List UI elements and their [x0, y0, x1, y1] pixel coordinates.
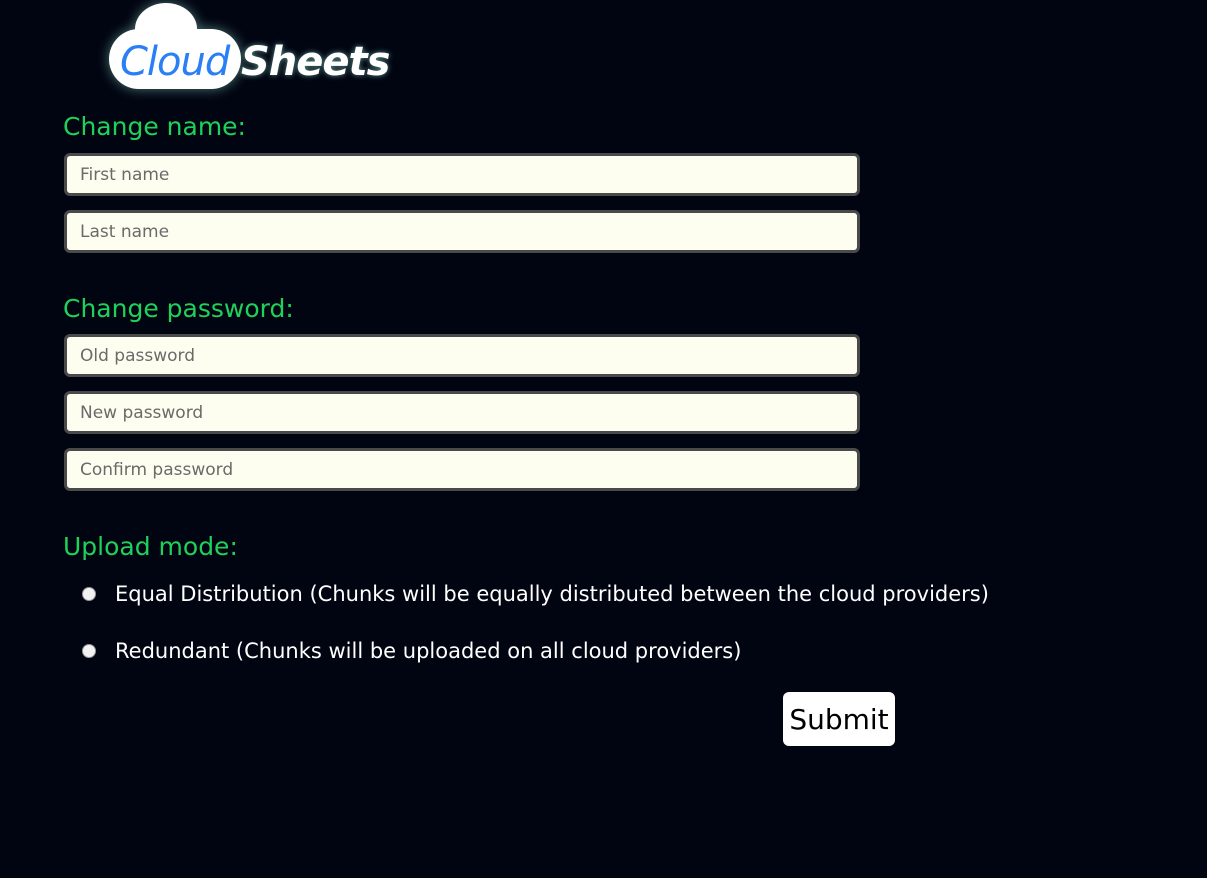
upload-mode-heading: Upload mode: — [63, 532, 238, 561]
upload-mode-option-equal[interactable]: Equal Distribution (Chunks will be equal… — [80, 580, 989, 608]
redundant-label[interactable]: Redundant (Chunks will be uploaded on al… — [115, 637, 741, 665]
upload-mode-option-redundant[interactable]: Redundant (Chunks will be uploaded on al… — [80, 637, 741, 665]
last-name-input[interactable] — [64, 210, 860, 253]
cloudsheets-logo: Cloud Sheets — [108, 2, 398, 94]
first-name-input[interactable] — [64, 153, 860, 196]
submit-button[interactable]: Submit — [783, 692, 895, 746]
equal-distribution-label[interactable]: Equal Distribution (Chunks will be equal… — [115, 580, 989, 608]
new-password-input[interactable] — [64, 391, 860, 434]
logo-sheets-text: Sheets — [241, 39, 390, 85]
logo-cloud-text: Cloud — [120, 39, 230, 85]
change-password-heading: Change password: — [63, 294, 294, 323]
change-name-heading: Change name: — [63, 112, 246, 141]
equal-distribution-radio[interactable] — [82, 587, 96, 601]
settings-page: Cloud Sheets Change name: Change passwor… — [0, 0, 1207, 878]
redundant-radio[interactable] — [82, 644, 96, 658]
confirm-password-input[interactable] — [64, 448, 860, 491]
old-password-input[interactable] — [64, 334, 860, 377]
